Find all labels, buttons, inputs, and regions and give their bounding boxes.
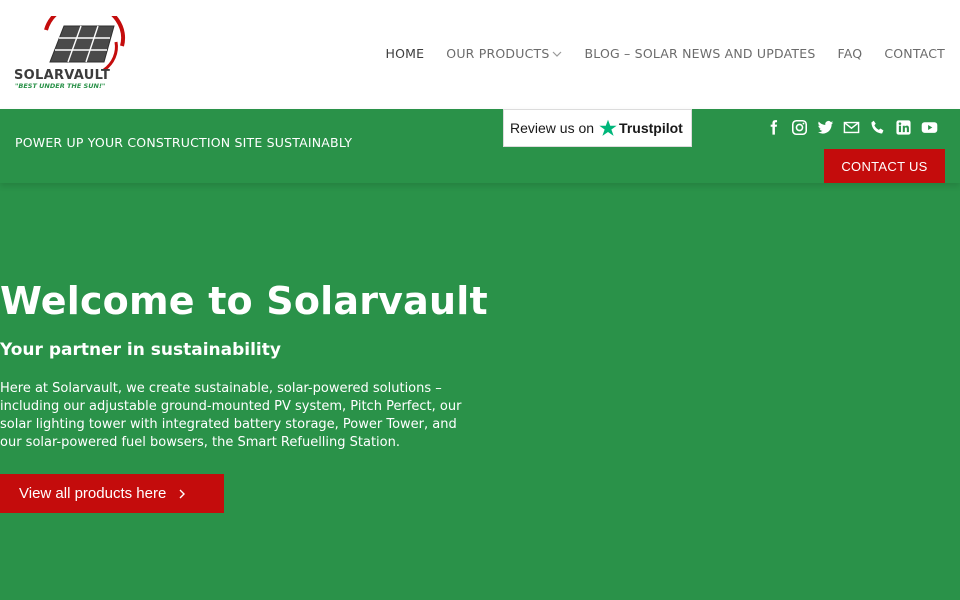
nav-item-home[interactable]: HOME — [386, 46, 425, 61]
linkedin-link[interactable] — [894, 118, 912, 136]
hero-subtitle: Your partner in sustainability — [0, 340, 281, 360]
phone-icon — [870, 120, 883, 134]
nav-label: HOME — [385, 46, 425, 61]
twitter-link[interactable] — [816, 118, 834, 136]
linkedin-icon — [895, 119, 911, 135]
logo-tagline: "BEST UNDER THE SUN!" — [15, 82, 106, 90]
instagram-icon — [791, 119, 807, 135]
chevron-down-icon — [553, 51, 562, 57]
contact-us-button[interactable]: CONTACT US — [824, 149, 945, 183]
trustpilot-prefix: Review us on — [510, 120, 595, 136]
trustpilot-widget[interactable]: Review us on Trustpilot — [503, 109, 692, 147]
solarvault-logo[interactable]: SOLARVAULT "BEST UNDER THE SUN!" — [12, 1, 128, 92]
nav-label: BLOG – SOLAR NEWS AND UPDATES — [584, 46, 816, 61]
trustpilot-star-icon — [599, 119, 617, 136]
email-link[interactable] — [842, 118, 860, 136]
email-icon — [843, 121, 859, 133]
hero-description: Here at Solarvault, we create sustainabl… — [0, 381, 462, 450]
nav-item-blog[interactable]: BLOG – SOLAR NEWS AND UPDATES — [584, 46, 815, 61]
youtube-link[interactable] — [920, 118, 938, 136]
view-all-products-button[interactable]: View all products here — [0, 474, 224, 513]
logo-wordmark: SOLARVAULT — [14, 68, 111, 83]
hero-title: Welcome to Solarvault — [0, 279, 488, 323]
site-header: SOLARVAULT "BEST UNDER THE SUN!" HOME OU… — [0, 0, 960, 109]
nav-label: FAQ — [837, 46, 863, 61]
social-icons — [764, 118, 938, 136]
top-bar: POWER UP YOUR CONSTRUCTION SITE SUSTAINA… — [0, 109, 960, 183]
facebook-icon — [770, 119, 777, 135]
hero-section: Welcome to Solarvault Your partner in su… — [0, 183, 960, 600]
facebook-link[interactable] — [764, 118, 782, 136]
twitter-icon — [817, 120, 833, 134]
main-nav: HOME OUR PRODUCTS BLOG – SOLAR NEWS AND … — [386, 46, 945, 61]
solar-panel-logo-icon — [44, 1, 126, 72]
chevron-right-icon — [179, 489, 186, 498]
instagram-link[interactable] — [790, 118, 808, 136]
button-label: View all products here — [19, 485, 167, 502]
nav-item-contact[interactable]: CONTACT — [884, 46, 945, 61]
announcement-text: POWER UP YOUR CONSTRUCTION SITE SUSTAINA… — [15, 135, 353, 150]
phone-link[interactable] — [868, 118, 886, 136]
nav-item-our-products[interactable]: OUR PRODUCTS — [446, 46, 562, 61]
nav-item-faq[interactable]: FAQ — [837, 46, 862, 61]
nav-label: OUR PRODUCTS — [446, 46, 550, 61]
nav-label: CONTACT — [884, 46, 945, 61]
trustpilot-brand: Trustpilot — [619, 120, 683, 136]
youtube-icon — [921, 121, 937, 133]
